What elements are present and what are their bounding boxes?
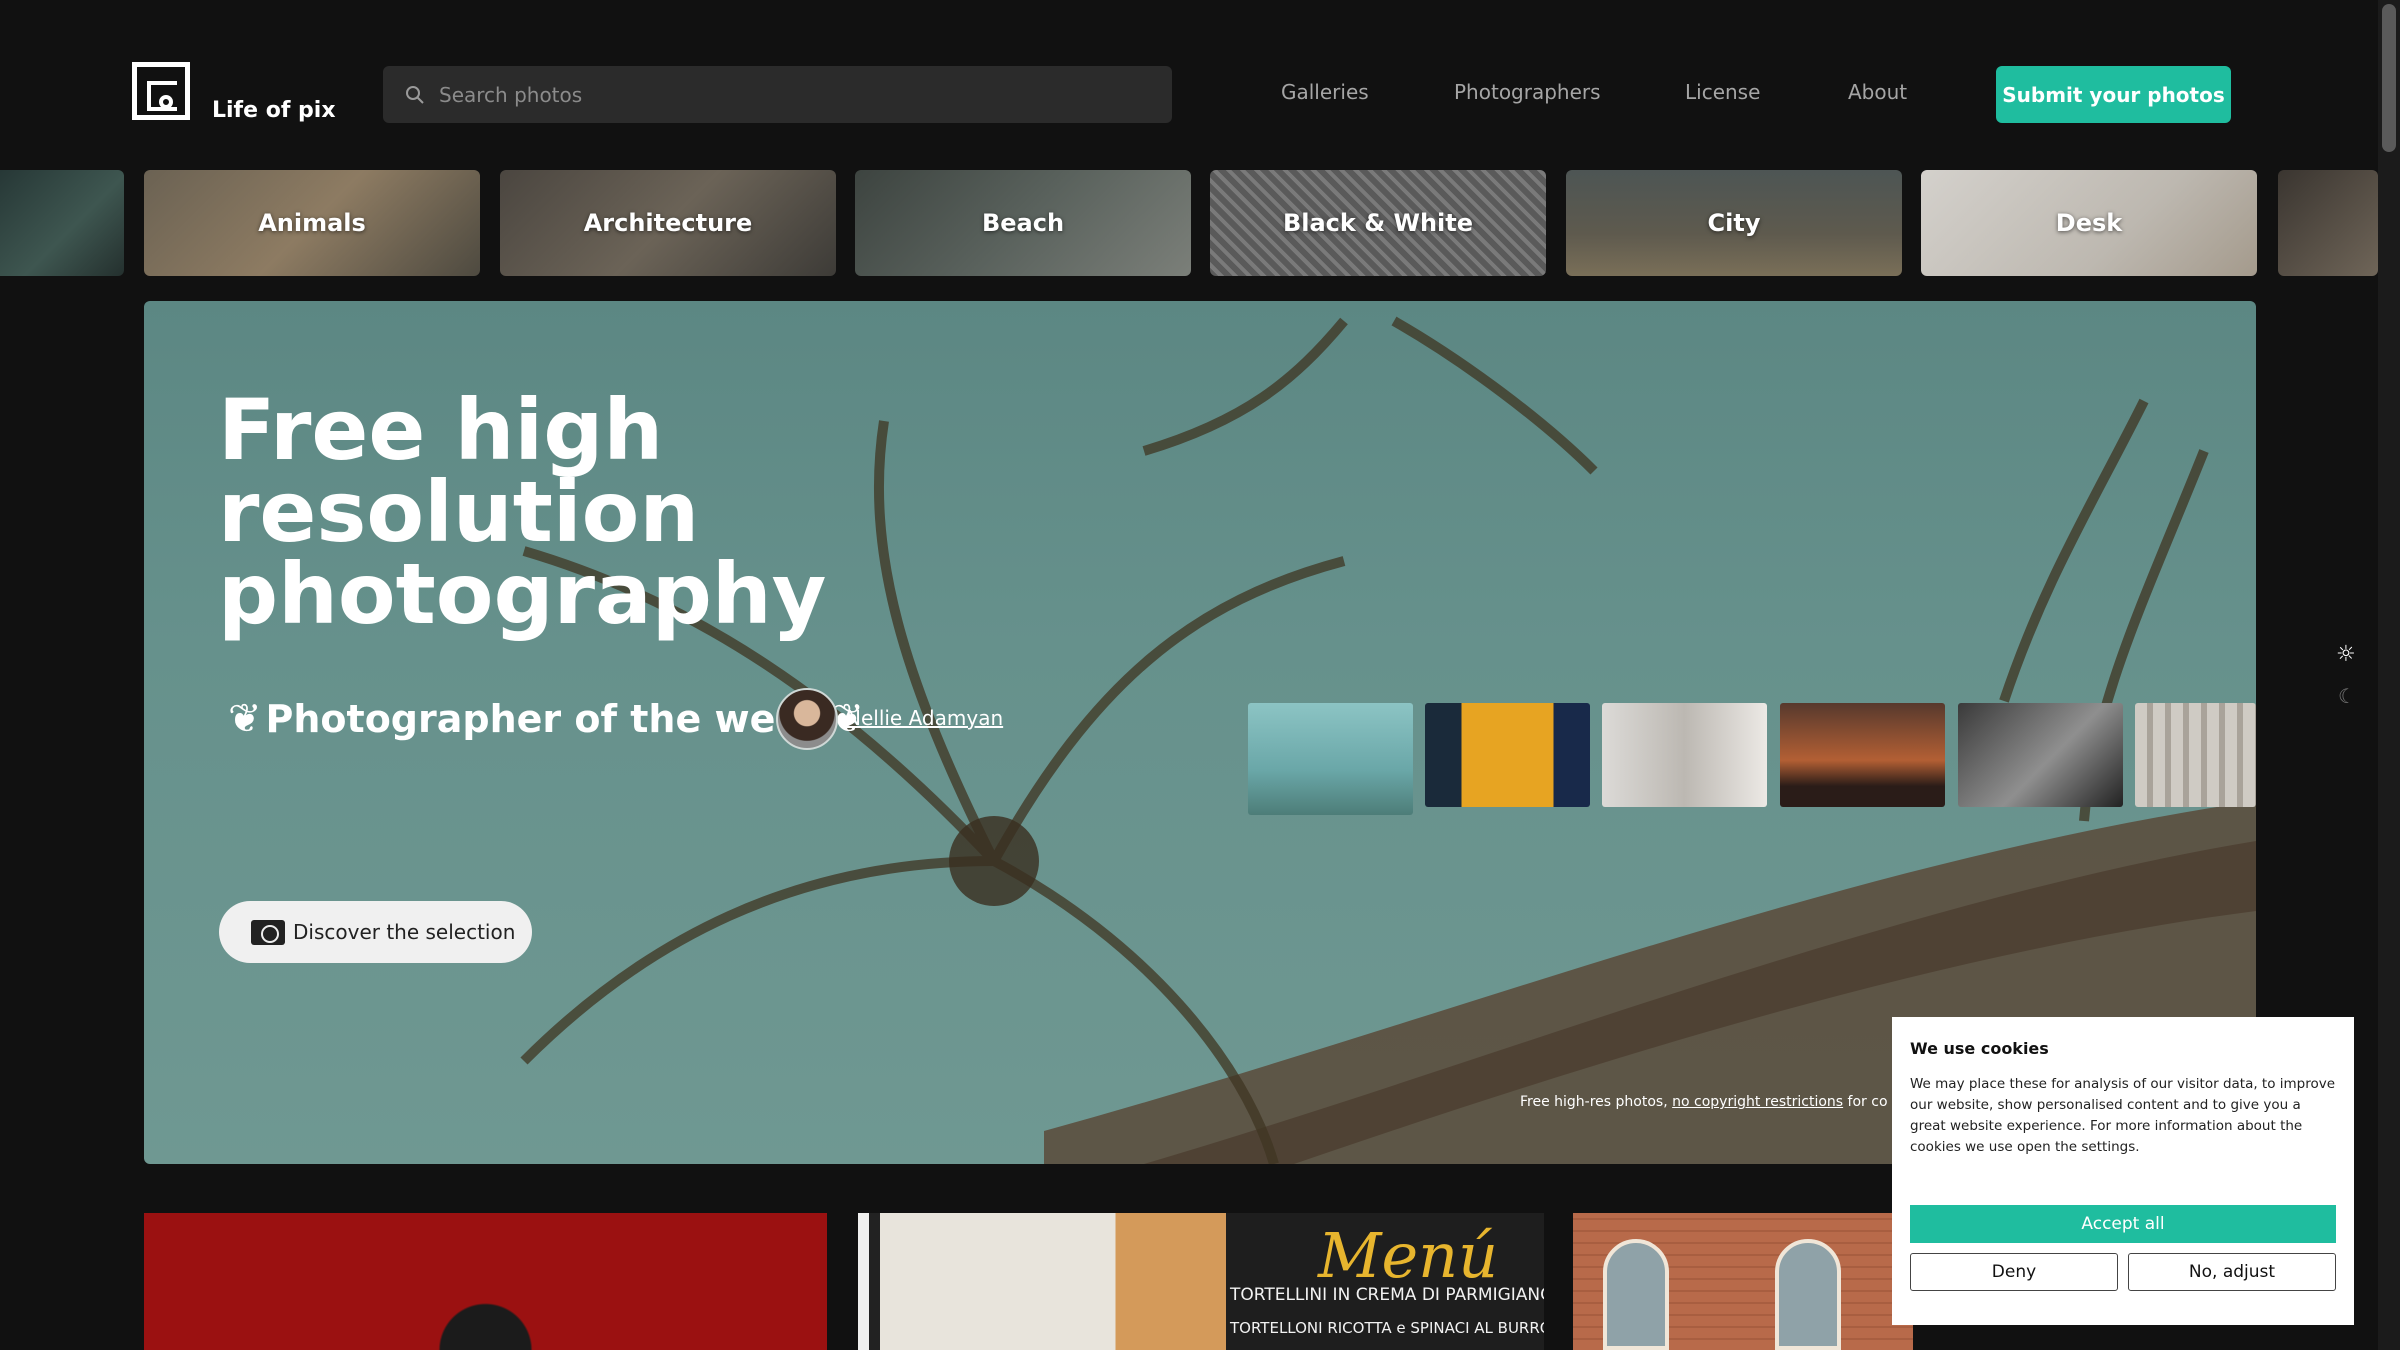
cookie-title: We use cookies xyxy=(1910,1039,2049,1058)
window-shape xyxy=(1775,1239,1841,1350)
category-label: Architecture xyxy=(583,209,753,237)
caption-suffix: for co xyxy=(1847,1094,1888,1110)
menu-photo-tile[interactable]: Menú TORTELLINI IN CREMA DI PARMIGIANO T… xyxy=(1226,1213,1544,1350)
nav-about[interactable]: About xyxy=(1848,80,1907,104)
category-beach[interactable]: Beach xyxy=(855,170,1191,276)
brand-name[interactable]: Life of pix xyxy=(212,98,336,123)
category-label: Black & White xyxy=(1282,209,1474,237)
category-label: Beach xyxy=(981,209,1065,237)
submit-photos-button[interactable]: Submit your photos xyxy=(1996,66,2231,123)
menu-title: Menú xyxy=(1318,1219,1499,1292)
nav-license[interactable]: License xyxy=(1685,80,1760,104)
category-label: Desk xyxy=(2055,209,2123,237)
laurel-left-icon: ❦ xyxy=(228,696,262,742)
cookie-body: We may place these for analysis of our v… xyxy=(1910,1076,2336,1155)
category-architecture[interactable]: Architecture xyxy=(500,170,836,276)
search-bar[interactable] xyxy=(383,66,1172,123)
discover-label: Discover the selection xyxy=(293,920,516,944)
week-photo-thumb[interactable] xyxy=(1602,703,1767,807)
photo-tile[interactable] xyxy=(144,1213,827,1350)
week-photo-thumb[interactable] xyxy=(2135,703,2256,807)
potw-text: Photographer of the week xyxy=(265,697,827,741)
hero-title: Free high resolution photography xyxy=(218,381,827,643)
week-photo-thumb[interactable] xyxy=(1248,703,1413,815)
menu-line: TORTELLINI IN CREMA DI PARMIGIANO xyxy=(1230,1285,1544,1305)
discover-selection-button[interactable]: Discover the selection xyxy=(219,901,532,963)
dark-mode-moon-icon[interactable]: ☾ xyxy=(2338,684,2356,708)
category-partial-right[interactable] xyxy=(2278,170,2378,276)
scrollbar-thumb[interactable] xyxy=(2382,4,2396,152)
accept-all-button[interactable]: Accept all xyxy=(1910,1205,2336,1243)
page-scrollbar[interactable] xyxy=(2378,0,2400,1350)
logo-circle-icon xyxy=(159,95,173,109)
photographer-link[interactable]: Nellie Adamyan xyxy=(846,706,1003,730)
no-copyright-link[interactable]: no copyright restrictions xyxy=(1672,1094,1843,1110)
search-icon xyxy=(406,85,424,104)
category-animals[interactable]: Animals xyxy=(144,170,480,276)
week-photo-thumb[interactable] xyxy=(1425,703,1590,807)
light-mode-sun-icon[interactable]: ☼ xyxy=(2336,642,2356,667)
week-photo-thumb[interactable] xyxy=(1780,703,1945,807)
caption-prefix: Free high-res photos, xyxy=(1520,1094,1668,1110)
category-label: Animals xyxy=(258,209,366,237)
logo-icon[interactable] xyxy=(132,62,190,120)
nav-photographers[interactable]: Photographers xyxy=(1454,80,1601,104)
window-shape xyxy=(1603,1239,1669,1350)
category-partial-left[interactable] xyxy=(0,170,124,276)
deny-button[interactable]: Deny xyxy=(1910,1253,2118,1291)
category-desk[interactable]: Desk xyxy=(1921,170,2257,276)
adjust-button[interactable]: No, adjust xyxy=(2128,1253,2336,1291)
photo-tile[interactable] xyxy=(858,1213,1226,1350)
photographer-of-week-label: ❦ Photographer of the week ❦ xyxy=(224,696,868,742)
nav-galleries[interactable]: Galleries xyxy=(1281,80,1369,104)
category-city[interactable]: City xyxy=(1566,170,1902,276)
week-photo-thumb[interactable] xyxy=(1958,703,2123,807)
camera-icon xyxy=(251,919,285,945)
avatar[interactable] xyxy=(776,688,838,750)
category-black-white[interactable]: Black & White xyxy=(1210,170,1546,276)
hero-caption: Free high-res photos, no copyright restr… xyxy=(1520,1094,1888,1110)
category-label: City xyxy=(1707,209,1761,237)
menu-line: TORTELLONI RICOTTA e SPINACI AL BURRO e … xyxy=(1230,1319,1544,1337)
photo-tile[interactable] xyxy=(1573,1213,1913,1350)
cookie-banner: We use cookies We may place these for an… xyxy=(1892,1017,2354,1325)
search-input[interactable] xyxy=(439,82,1139,107)
